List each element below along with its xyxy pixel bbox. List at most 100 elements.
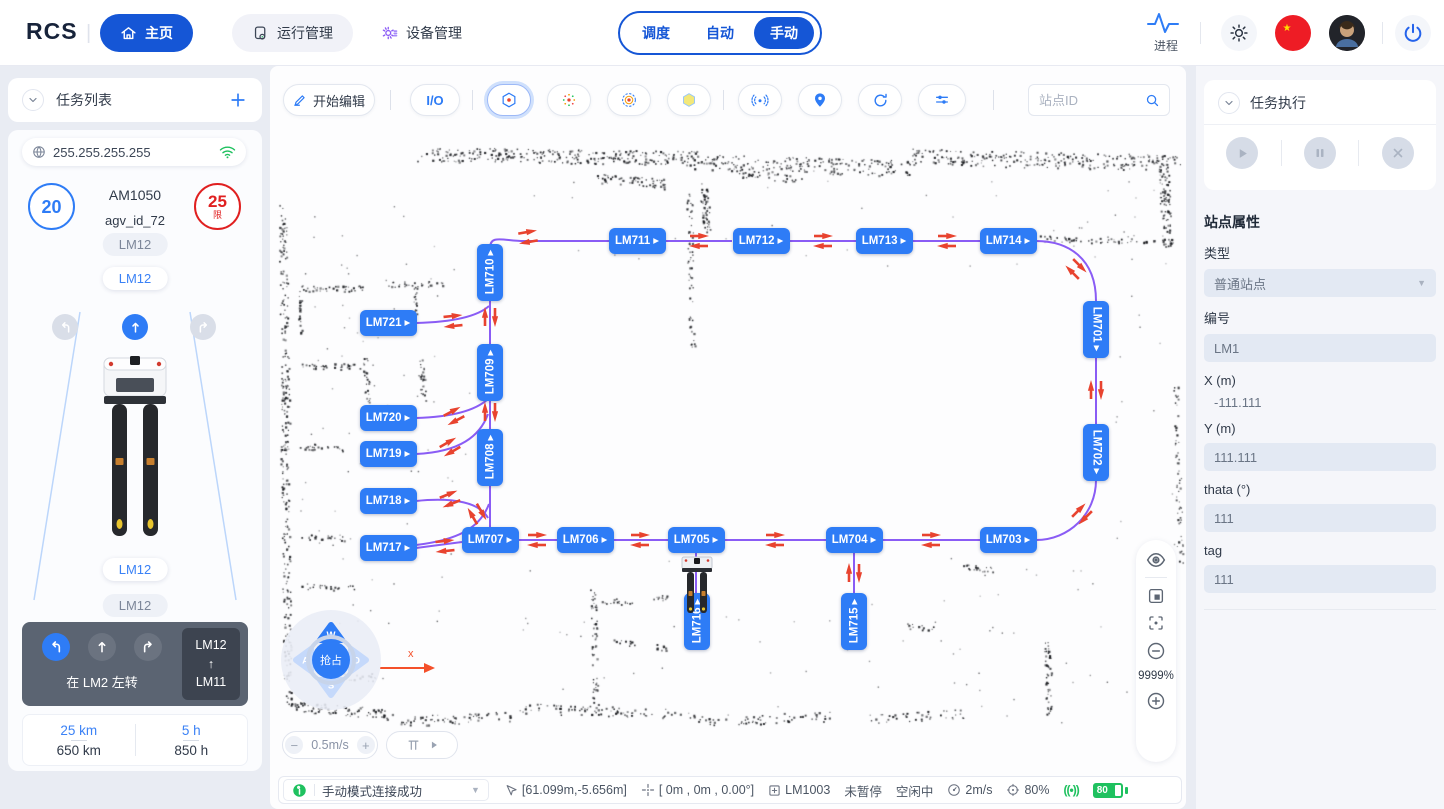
speedometer-icon	[947, 783, 961, 797]
nav-item-operation[interactable]: 运行管理	[232, 14, 353, 52]
minimap-button[interactable]	[1147, 587, 1165, 605]
divider	[1200, 22, 1201, 44]
speed-minus-button[interactable]: −	[285, 736, 303, 754]
y-input[interactable]: 111.111	[1204, 443, 1436, 471]
map-station-lm705[interactable]: LM705▶	[668, 527, 725, 553]
direction-arrows	[437, 435, 462, 459]
vehicle-ip: 255.255.255.255	[53, 145, 151, 160]
task-list-title: 任务列表	[56, 90, 112, 110]
layer-stations-button[interactable]	[487, 84, 531, 116]
chevron-down-icon[interactable]	[22, 89, 44, 111]
visibility-button[interactable]	[1146, 552, 1166, 568]
process-button[interactable]: 进程	[1146, 10, 1186, 54]
station-search-input[interactable]	[1039, 93, 1139, 108]
radar-icon	[751, 91, 769, 109]
play-button[interactable]	[1226, 137, 1258, 169]
locate-pin-button[interactable]	[798, 84, 842, 116]
layer-points-button[interactable]	[547, 84, 591, 116]
tab-dispatch[interactable]: 调度	[626, 17, 686, 49]
straight-icon[interactable]	[88, 633, 116, 661]
direction-arrows	[441, 404, 466, 428]
add-task-button[interactable]	[228, 90, 248, 110]
target-icon	[1006, 783, 1020, 797]
battery-indicator: 80	[1093, 783, 1123, 798]
vehicle-model: AM1050	[8, 187, 262, 203]
chevron-down-icon[interactable]: ▼	[471, 785, 480, 795]
nav-item-devices[interactable]: 设备管理	[360, 14, 482, 52]
id-input[interactable]: LM1	[1204, 334, 1436, 362]
layer-target-button[interactable]	[607, 84, 651, 116]
yellow-hexagon-icon	[680, 91, 698, 109]
map-station-lm717[interactable]: LM717▶	[360, 535, 417, 561]
vehicle-ip-field[interactable]: 255.255.255.255	[22, 138, 246, 166]
map-view-controls: 9999%	[1136, 540, 1176, 762]
map-station-lm702[interactable]: LM702▶	[1083, 424, 1109, 481]
map-station-lm713[interactable]: LM713▶	[856, 228, 913, 254]
layer-area-button[interactable]	[667, 84, 711, 116]
field-x: X (m) -111.111	[1204, 373, 1436, 410]
language-flag[interactable]: ★	[1275, 15, 1311, 51]
start-edit-button[interactable]: 开始编辑	[283, 84, 375, 116]
station-badge: LM12	[103, 233, 168, 256]
pause-button[interactable]	[1304, 137, 1336, 169]
tab-auto[interactable]: 自动	[690, 17, 750, 49]
map-station-lm712[interactable]: LM712▶	[733, 228, 790, 254]
field-tag: tag 111	[1204, 543, 1436, 593]
type-select[interactable]: 普通站点 ▼	[1204, 269, 1436, 297]
search-icon[interactable]	[1145, 93, 1160, 108]
tab-manual[interactable]: 手动	[754, 17, 814, 49]
go-straight-button[interactable]	[122, 314, 148, 340]
map-station-lm704[interactable]: LM704▶	[826, 527, 883, 553]
theme-toggle[interactable]	[1221, 15, 1257, 51]
map-station-lm714[interactable]: LM714▶	[980, 228, 1037, 254]
turn-right-button[interactable]	[190, 314, 216, 340]
zoom-in-button[interactable]	[1146, 691, 1166, 711]
map-station-lm720[interactable]: LM720▶	[360, 405, 417, 431]
tag-input[interactable]: 111	[1204, 565, 1436, 593]
filter-settings-button[interactable]	[918, 84, 966, 116]
speed-stepper: − 0.5m/s +	[282, 731, 378, 759]
refresh-button[interactable]	[858, 84, 902, 116]
map-station-lm708[interactable]: LM708▶	[477, 429, 503, 486]
user-avatar[interactable]	[1329, 15, 1365, 51]
io-button[interactable]: I/O	[410, 84, 460, 116]
cancel-button[interactable]	[1382, 137, 1414, 169]
map-robot-icon[interactable]	[680, 555, 714, 621]
connection-message-box[interactable]: 手动模式连接成功 ▼	[283, 779, 489, 801]
map-station-lm706[interactable]: LM706▶	[557, 527, 614, 553]
nav-item-home[interactable]: 主页	[100, 14, 193, 52]
map-station-lm718[interactable]: LM718▶	[360, 488, 417, 514]
field-type: 类型 普通站点 ▼	[1204, 243, 1436, 297]
power-button[interactable]	[1395, 15, 1431, 51]
map-station-lm711[interactable]: LM711▶	[609, 228, 666, 254]
sun-icon	[1229, 23, 1249, 43]
joystick-control[interactable]: W A D S 抢占	[281, 610, 381, 710]
turn-left-button[interactable]	[52, 314, 78, 340]
turn-right-icon[interactable]	[134, 633, 162, 661]
flag-star-icon: ★	[1283, 23, 1292, 34]
theta-input[interactable]: 111	[1204, 504, 1436, 532]
map-station-lm719[interactable]: LM719▶	[360, 441, 417, 467]
turn-left-icon[interactable]	[42, 633, 70, 661]
fork-control[interactable]	[386, 731, 458, 759]
map-station-lm707[interactable]: LM707▶	[462, 527, 519, 553]
map-station-lm715[interactable]: LM715▶	[841, 593, 867, 650]
center-focus-button[interactable]	[1147, 614, 1165, 632]
map-station-lm721[interactable]: LM721▶	[360, 310, 417, 336]
operation-icon	[252, 25, 269, 42]
lidar-button[interactable]	[738, 84, 782, 116]
map-station-lm709[interactable]: LM709▶	[477, 344, 503, 401]
map-station-lm701[interactable]: LM701▶	[1083, 301, 1109, 358]
chevron-down-icon[interactable]	[1218, 92, 1240, 114]
info-icon	[292, 783, 307, 798]
map-canvas[interactable]: LM710▶ LM711▶ LM712▶ LM713▶ LM714▶ LM701▶ LM70…	[270, 66, 1186, 809]
refresh-icon	[872, 92, 889, 109]
zoom-out-button[interactable]	[1146, 641, 1166, 661]
speed-value: 0.5m/s	[311, 738, 349, 752]
map-station-lm703[interactable]: LM703▶	[980, 527, 1037, 553]
nav-item-label: 主页	[145, 23, 173, 43]
divider	[723, 90, 724, 110]
map-station-lm710[interactable]: LM710▶	[477, 244, 503, 301]
task-exec-header: 任务执行	[1204, 80, 1436, 125]
speed-plus-button[interactable]: +	[357, 736, 375, 754]
